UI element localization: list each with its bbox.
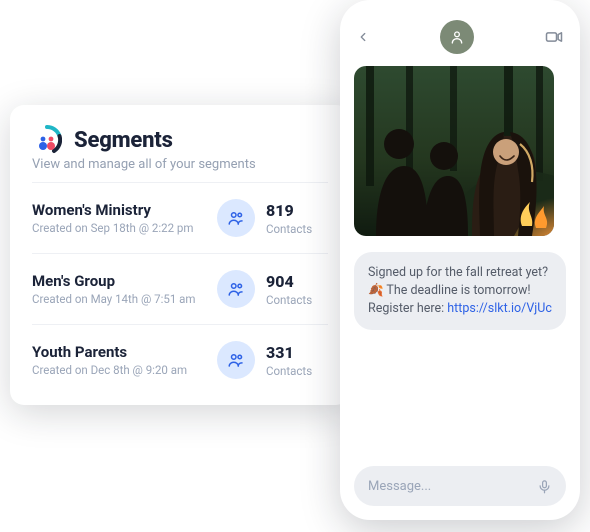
segment-name: Men's Group	[32, 272, 206, 290]
segment-name: Youth Parents	[32, 343, 206, 361]
segment-unit: Contacts	[266, 293, 328, 307]
segment-meta: Created on May 14th @ 7:51 am	[32, 292, 206, 306]
segments-logo-icon	[32, 125, 62, 155]
people-icon	[217, 199, 255, 237]
segment-name: Women's Ministry	[32, 201, 206, 219]
chat-image[interactable]	[354, 66, 554, 236]
segment-unit: Contacts	[266, 222, 328, 236]
avatar[interactable]	[440, 20, 474, 54]
people-icon	[217, 341, 255, 379]
segment-meta: Created on Dec 8th @ 9:20 am	[32, 363, 206, 377]
segments-subtitle: View and manage all of your segments	[32, 157, 328, 172]
segment-row[interactable]: Women's Ministry Created on Sep 18th @ 2…	[32, 182, 328, 253]
phone-mock: Signed up for the fall retreat yet? 🍂 Th…	[340, 0, 580, 520]
segment-count: 819	[266, 201, 328, 220]
back-icon[interactable]	[356, 30, 370, 44]
segment-count: 331	[266, 343, 328, 362]
segment-count: 904	[266, 272, 328, 291]
people-icon	[217, 270, 255, 308]
segment-unit: Contacts	[266, 364, 328, 378]
chat-link[interactable]: https://slkt.io/VjUc	[447, 301, 552, 316]
video-call-icon[interactable]	[544, 27, 564, 47]
mic-icon[interactable]	[537, 479, 552, 494]
segments-title: Segments	[74, 128, 173, 153]
message-placeholder: Message...	[368, 479, 431, 494]
message-input[interactable]: Message...	[354, 466, 566, 506]
segment-meta: Created on Sep 18th @ 2:22 pm	[32, 221, 206, 235]
segment-row[interactable]: Youth Parents Created on Dec 8th @ 9:20 …	[32, 324, 328, 395]
chat-bubble: Signed up for the fall retreat yet? 🍂 Th…	[354, 252, 566, 330]
segments-card: Segments View and manage all of your seg…	[10, 105, 350, 405]
segment-row[interactable]: Men's Group Created on May 14th @ 7:51 a…	[32, 253, 328, 324]
